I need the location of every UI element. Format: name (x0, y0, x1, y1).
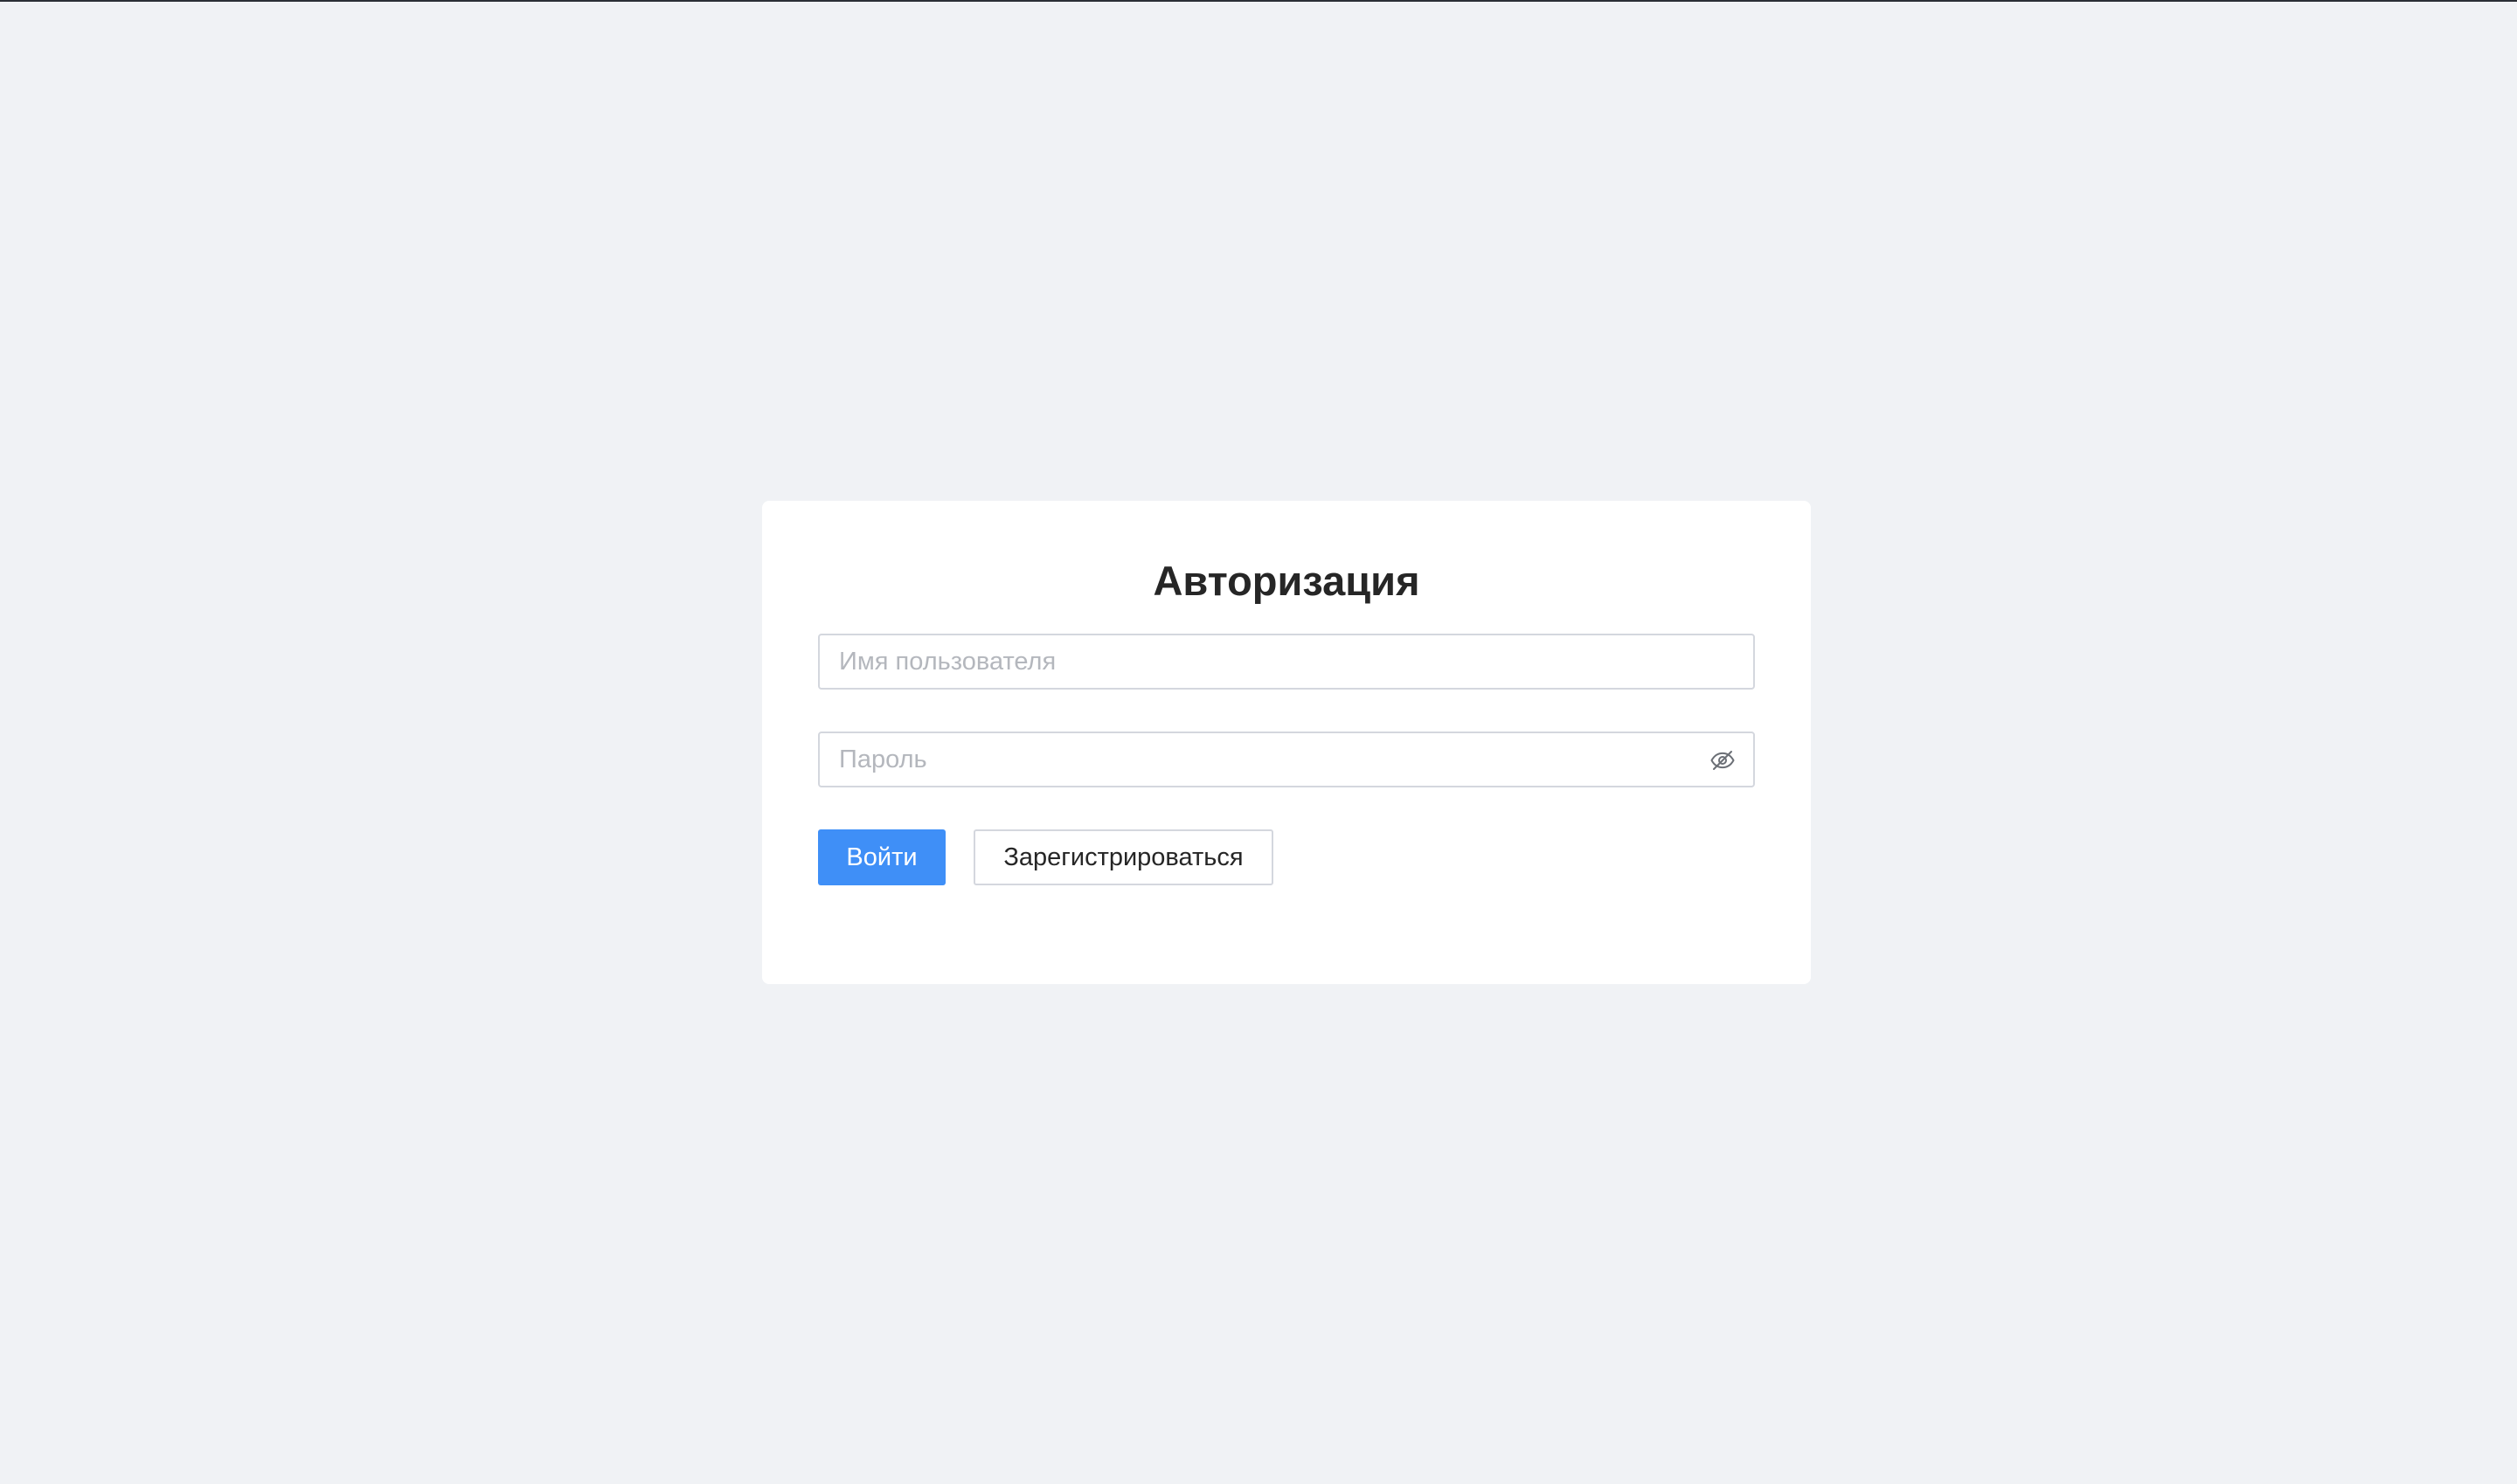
page-title: Авторизация (1153, 558, 1420, 604)
password-field-container (818, 732, 1755, 787)
password-input[interactable] (820, 733, 1753, 786)
eye-off-icon[interactable] (1709, 747, 1736, 773)
username-field-container (818, 634, 1755, 690)
username-input[interactable] (820, 635, 1753, 688)
login-button[interactable]: Войти (818, 829, 946, 885)
login-card: Авторизация Войти Зарегистрироваться (762, 501, 1811, 984)
top-border-line (0, 0, 2517, 2)
register-button[interactable]: Зарегистрироваться (974, 829, 1273, 885)
